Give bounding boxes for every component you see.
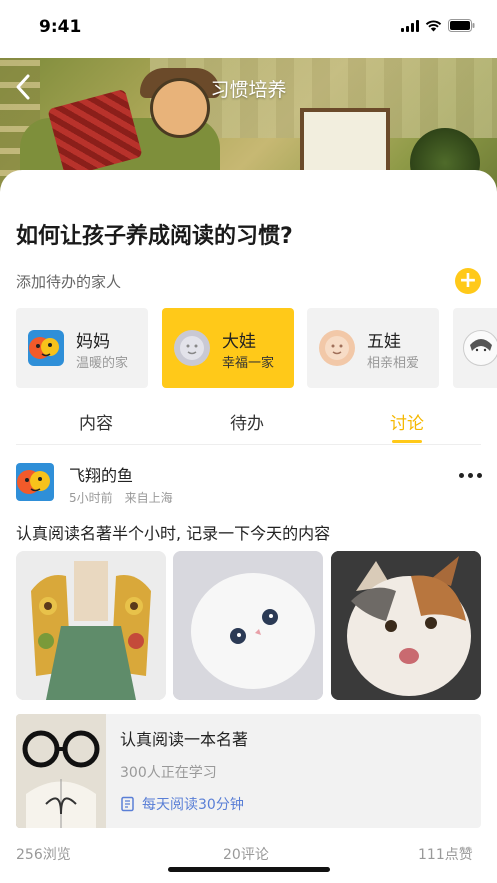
likes-count[interactable]: 111点赞 — [418, 844, 473, 864]
comments-count[interactable]: 20评论 — [223, 844, 269, 864]
post-photo-1[interactable] — [16, 551, 166, 700]
add-family-label: 添加待办的家人 — [16, 273, 122, 291]
tab-content[interactable]: 内容 — [56, 409, 136, 434]
course-learner-count: 300人正在学习 — [120, 765, 217, 781]
member-card-mama[interactable]: 妈妈 温暖的家 — [16, 308, 148, 388]
post-text: 认真阅读名著半个小时, 记录一下今天的内容 — [16, 524, 331, 543]
active-tab-indicator — [392, 440, 422, 443]
course-card[interactable]: 认真阅读一本名著 300人正在学习 每天阅读30分钟 — [16, 714, 481, 828]
post-meta: 5小时前 来自上海 — [69, 489, 173, 506]
battery-icon — [448, 19, 475, 32]
more-options-icon[interactable] — [459, 470, 483, 480]
status-bar: 9:41 — [0, 0, 497, 58]
course-habit-tag[interactable]: 每天阅读30分钟 — [120, 794, 244, 814]
page-title: 习惯培养 — [210, 79, 287, 101]
headline: 如何让孩子养成阅读的习惯? — [16, 224, 293, 249]
status-time: 9:41 — [39, 17, 82, 37]
member-name: 妈妈 — [76, 332, 110, 352]
member-card-dawa[interactable]: 大娃 幸福一家 — [162, 308, 294, 388]
post-location: 来自上海 — [124, 491, 173, 505]
member-card-wuwa[interactable]: 五娃 相亲相爱 — [307, 308, 439, 388]
avatar — [463, 330, 497, 366]
member-family: 相亲相爱 — [367, 356, 420, 371]
status-icons — [401, 19, 475, 32]
post-time: 5小时前 — [69, 491, 113, 505]
member-family: 幸福一家 — [222, 356, 275, 371]
post-author-avatar[interactable] — [16, 463, 54, 501]
member-name: 大娃 — [222, 332, 256, 352]
avatar — [319, 330, 355, 366]
avatar — [28, 330, 64, 366]
add-family-button[interactable]: + — [455, 268, 481, 294]
wifi-icon — [425, 19, 442, 32]
avatar — [174, 330, 210, 366]
course-tag-label: 每天阅读30分钟 — [142, 797, 244, 813]
document-icon — [121, 796, 134, 812]
signal-icon — [401, 19, 419, 32]
member-name: 五娃 — [367, 332, 401, 352]
home-indicator — [168, 867, 330, 872]
course-title: 认真阅读一本名著 — [120, 730, 249, 749]
views-count: 256浏览 — [16, 847, 71, 863]
member-list: 妈妈 温暖的家 大娃 幸福一家 五娃 相亲相爱 — [16, 308, 497, 388]
member-family: 温暖的家 — [76, 356, 129, 371]
post-author-name[interactable]: 飞翔的鱼 — [69, 462, 133, 486]
member-card-partial[interactable] — [453, 308, 497, 388]
content-card: 如何让孩子养成阅读的习惯? 添加待办的家人 + 妈妈 温暖的家 大娃 幸福一家 … — [0, 170, 497, 883]
tab-bar: 内容 待办 讨论 — [16, 403, 481, 445]
post-photo-3[interactable] — [331, 551, 481, 700]
course-thumbnail — [16, 714, 106, 828]
post-photo-2[interactable] — [173, 551, 323, 700]
tab-todo[interactable]: 待办 — [207, 409, 287, 434]
tab-discussion[interactable]: 讨论 — [367, 409, 447, 434]
